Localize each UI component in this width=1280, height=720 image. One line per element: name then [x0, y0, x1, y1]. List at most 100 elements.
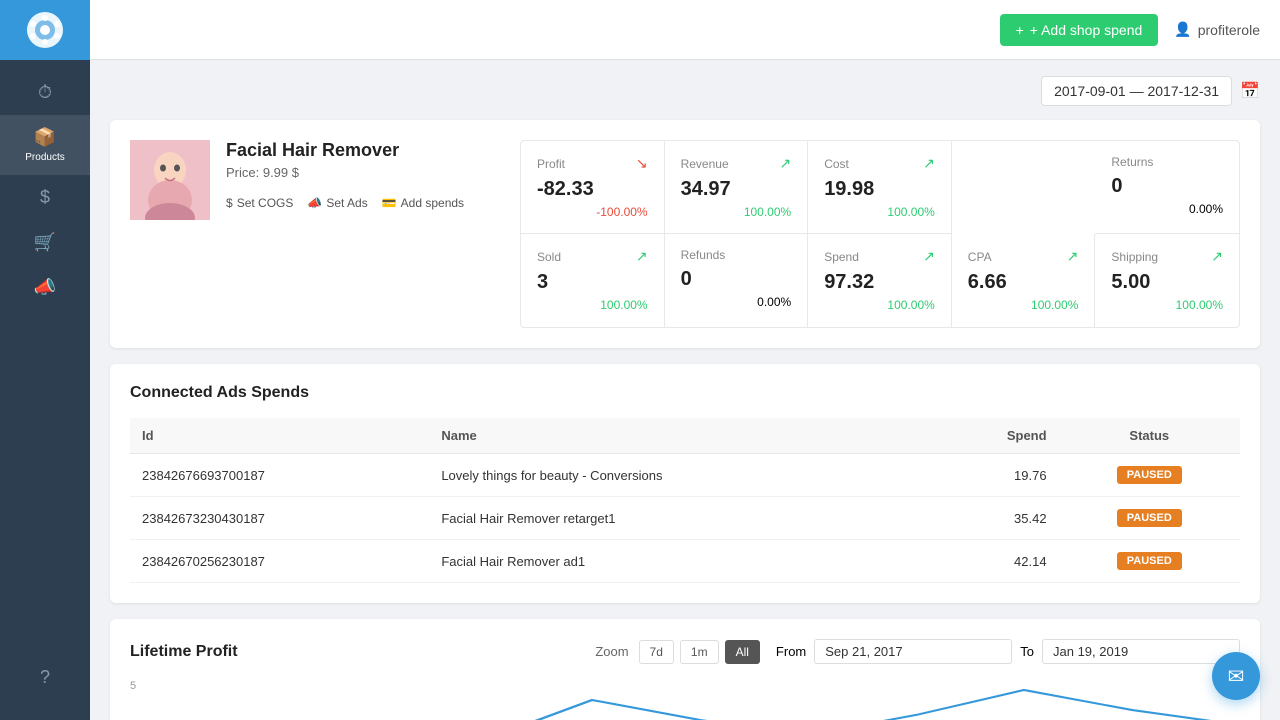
ad-name: Facial Hair Remover ad1: [429, 540, 928, 583]
status-badge: PAUSED: [1117, 509, 1182, 527]
metric-header: CPA ↗: [968, 248, 1079, 265]
user-icon: 👤: [1174, 21, 1191, 38]
metric-cell-spend: Spend ↗ 97.32 100.00%: [808, 234, 952, 327]
megaphone-icon-small: 📣: [307, 196, 322, 210]
zoom-label: Zoom: [595, 644, 628, 659]
metric-label-Refunds: Refunds: [681, 248, 726, 262]
metric-header: Profit ↘: [537, 155, 648, 172]
set-ads-link[interactable]: 📣 Set Ads: [307, 196, 367, 210]
metric-label-Sold: Sold: [537, 250, 561, 264]
metric-header: Shipping ↗: [1111, 248, 1223, 265]
sidebar-nav: ⏱ 📦 Products $ 🛒 📣: [0, 60, 90, 655]
lifetime-profit-section: Lifetime Profit Zoom 7d 1m All From To: [110, 619, 1260, 720]
zoom-controls: Zoom 7d 1m All: [595, 640, 760, 664]
from-date-input[interactable]: [814, 639, 1012, 664]
zoom-7d-button[interactable]: 7d: [639, 640, 674, 664]
trend-up-icon: ↗: [636, 248, 648, 265]
set-cogs-link[interactable]: $ Set COGS: [226, 196, 293, 210]
add-spends-link[interactable]: 💳 Add spends: [382, 196, 464, 210]
trend-up-icon: ↗: [1067, 248, 1079, 265]
metric-value-Refunds: 0: [681, 268, 792, 291]
status-badge: PAUSED: [1117, 466, 1182, 484]
sidebar-bottom: ?: [28, 655, 62, 720]
sidebar-logo[interactable]: [0, 0, 90, 60]
metric-header: Sold ↗: [537, 248, 648, 265]
metric-cell-sold: Sold ↗ 3 100.00%: [521, 234, 665, 327]
metric-label-CPA: CPA: [968, 250, 992, 264]
metric-cell-refunds: Refunds 0 0.00%: [665, 234, 809, 327]
col-status: Status: [1059, 418, 1240, 454]
metric-change-Sold: 100.00%: [537, 298, 648, 312]
products-icon: 📦: [34, 127, 56, 148]
sidebar-item-finance[interactable]: $: [0, 175, 90, 220]
sidebar-item-products-label: Products: [25, 152, 64, 163]
ad-id: 23842676693700187: [130, 454, 429, 497]
chat-fab[interactable]: ✉: [1212, 652, 1260, 700]
sidebar-item-orders[interactable]: 🛒: [0, 220, 90, 265]
ads-section-title: Connected Ads Spends: [130, 384, 1240, 402]
date-range-bar: 2017-09-01 — 2017-12-31 📅: [110, 76, 1260, 106]
date-range-text[interactable]: 2017-09-01 — 2017-12-31: [1041, 76, 1232, 106]
metric-change-Shipping: 100.00%: [1111, 298, 1223, 312]
ad-name: Lovely things for beauty - Conversions: [429, 454, 928, 497]
table-row: 23842670256230187 Facial Hair Remover ad…: [130, 540, 1240, 583]
zoom-1m-button[interactable]: 1m: [680, 640, 719, 664]
from-label: From: [776, 644, 806, 659]
lifetime-controls: Zoom 7d 1m All From To: [595, 639, 1240, 664]
username-label: profiterole: [1198, 22, 1260, 38]
table-row: 23842676693700187 Lovely things for beau…: [130, 454, 1240, 497]
plus-icon: +: [1016, 22, 1024, 38]
chat-icon: ✉: [1228, 664, 1245, 689]
add-spends-label: Add spends: [401, 196, 464, 210]
metric-label-Shipping: Shipping: [1111, 250, 1158, 264]
calendar-icon[interactable]: 📅: [1240, 81, 1260, 101]
topbar: + + Add shop spend 👤 profiterole: [90, 0, 1280, 60]
ad-spend: 35.42: [929, 497, 1059, 540]
lifetime-header: Lifetime Profit Zoom 7d 1m All From To: [130, 639, 1240, 664]
metric-header: Spend ↗: [824, 248, 935, 265]
ads-spends-section: Connected Ads Spends Id Name Spend Statu…: [110, 364, 1260, 603]
clock-icon: ⏱: [38, 82, 52, 103]
help-icon: ?: [40, 667, 50, 687]
ad-spend: 19.76: [929, 454, 1059, 497]
metric-label-Profit: Profit: [537, 157, 565, 171]
user-menu[interactable]: 👤 profiterole: [1174, 21, 1260, 38]
metric-change-Returns: 0.00%: [1111, 202, 1223, 216]
metric-header: Revenue ↗: [681, 155, 792, 172]
sidebar-item-help[interactable]: ?: [28, 655, 62, 700]
metric-value-Spend: 97.32: [824, 271, 935, 294]
date-inputs: From To: [776, 639, 1240, 664]
ad-status: PAUSED: [1059, 497, 1240, 540]
metric-change-CPA: 100.00%: [968, 298, 1079, 312]
metric-value-Returns: 0: [1111, 175, 1223, 198]
metric-cell-cpa: CPA ↗ 6.66 100.00%: [952, 234, 1096, 327]
add-shop-spend-button[interactable]: + + Add shop spend: [1000, 14, 1159, 46]
metric-change-Spend: 100.00%: [824, 298, 935, 312]
ad-id: 23842673230430187: [130, 497, 429, 540]
table-row: 23842673230430187 Facial Hair Remover re…: [130, 497, 1240, 540]
cart-icon: 🛒: [34, 232, 56, 253]
page-content: 2017-09-01 — 2017-12-31 📅: [90, 60, 1280, 720]
ad-status: PAUSED: [1059, 454, 1240, 497]
product-card-top: Facial Hair Remover Price: 9.99 $ $ Set …: [130, 140, 1240, 328]
metric-cell-profit: Profit ↘ -82.33 -100.00%: [521, 141, 665, 234]
section-title-lifetime: Lifetime Profit: [130, 643, 238, 661]
to-date-input[interactable]: [1042, 639, 1240, 664]
sidebar-item-products[interactable]: 📦 Products: [0, 115, 90, 175]
product-details: Facial Hair Remover Price: 9.99 $ $ Set …: [226, 140, 500, 328]
trend-up-icon: ↗: [779, 155, 791, 172]
chart-line-area: [160, 680, 1240, 720]
metrics-grid: Profit ↘ -82.33 -100.00% Revenue ↗ 34.97…: [520, 140, 1240, 328]
metric-value-Cost: 19.98: [824, 178, 935, 201]
col-name: Name: [429, 418, 928, 454]
ads-table: Id Name Spend Status 23842676693700187 L…: [130, 418, 1240, 583]
metric-header: Cost ↗: [824, 155, 935, 172]
zoom-all-button[interactable]: All: [725, 640, 760, 664]
ad-status: PAUSED: [1059, 540, 1240, 583]
sidebar-item-marketing[interactable]: 📣: [0, 265, 90, 310]
sidebar: ⏱ 📦 Products $ 🛒 📣 ?: [0, 0, 90, 720]
main-content: + + Add shop spend 👤 profiterole 2017-09…: [90, 0, 1280, 720]
metric-change-Revenue: 100.00%: [681, 205, 792, 219]
sidebar-item-dashboard[interactable]: ⏱: [0, 70, 90, 115]
metric-value-Sold: 3: [537, 271, 648, 294]
